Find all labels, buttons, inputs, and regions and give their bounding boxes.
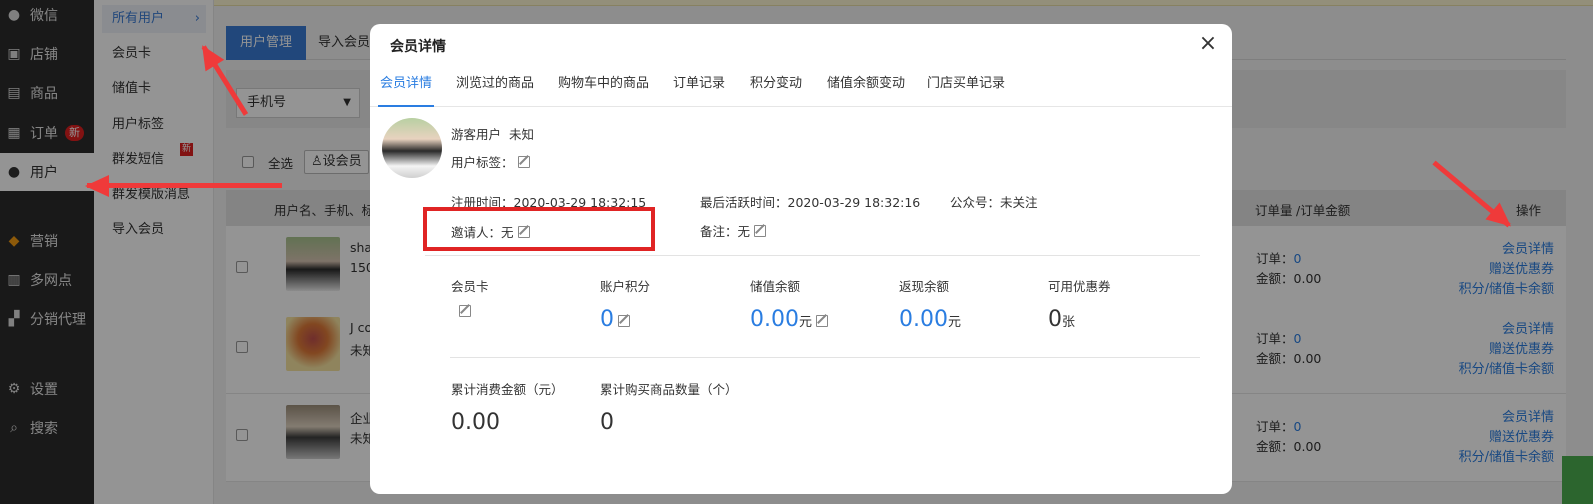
edit-icon[interactable]: [618, 315, 630, 327]
points-value: 0: [600, 307, 630, 332]
coupons-label: 可用优惠券: [1048, 279, 1111, 294]
modal-title: 会员详情: [390, 39, 446, 55]
official-account-status: 公众号：未关注: [950, 195, 1038, 210]
divider: [425, 255, 1200, 256]
edit-icon[interactable]: [517, 156, 530, 168]
member-card-label: 会员卡: [451, 279, 489, 294]
stored-balance-label: 储值余额: [750, 279, 801, 294]
total-items-label: 累计购买商品数量（个）: [600, 382, 738, 397]
avatar: [382, 118, 442, 178]
user-tag-line: 用户标签：: [451, 152, 530, 171]
close-icon[interactable]: ×: [1198, 33, 1218, 55]
tab-cart-goods[interactable]: 购物车中的商品: [558, 70, 649, 107]
member-card-edit: [455, 304, 471, 319]
tab-points-changes[interactable]: 积分变动: [750, 70, 802, 107]
stored-balance-value: 0.00元: [750, 307, 828, 332]
cashback-value: 0.00元: [899, 307, 961, 332]
tab-store-pay-records[interactable]: 门店买单记录: [927, 70, 1005, 107]
last-active-time: 最后活跃时间：2020-03-29 18:32:16: [700, 195, 921, 210]
tab-stored-changes[interactable]: 储值余额变动: [827, 70, 905, 107]
points-label: 账户积分: [600, 279, 651, 294]
annotation-arrow: [87, 183, 282, 188]
user-type-line: 游客用户 未知: [451, 127, 534, 142]
cashback-label: 返现余额: [899, 279, 950, 294]
tab-order-records[interactable]: 订单记录: [673, 70, 725, 107]
total-spent-label: 累计消费金额（元）: [451, 382, 564, 397]
edit-icon[interactable]: [816, 315, 828, 327]
modal-tabs: 会员详情 浏览过的商品 购物车中的商品 订单记录 积分变动 储值余额变动 门店买…: [370, 70, 1232, 107]
member-detail-modal: 会员详情 × 会员详情 浏览过的商品 购物车中的商品 订单记录 积分变动 储值余…: [370, 24, 1232, 494]
tab-browsed-goods[interactable]: 浏览过的商品: [456, 70, 534, 107]
total-spent-value: 0.00: [451, 410, 500, 435]
remark-line: 备注：无: [700, 221, 767, 240]
edit-icon[interactable]: [754, 225, 767, 237]
edit-icon[interactable]: [459, 305, 471, 317]
highlight-box: [423, 207, 655, 251]
total-items-value: 0: [600, 410, 614, 435]
tab-member-detail[interactable]: 会员详情: [378, 70, 435, 107]
divider: [450, 357, 1200, 358]
coupons-value: 0张: [1048, 307, 1076, 332]
